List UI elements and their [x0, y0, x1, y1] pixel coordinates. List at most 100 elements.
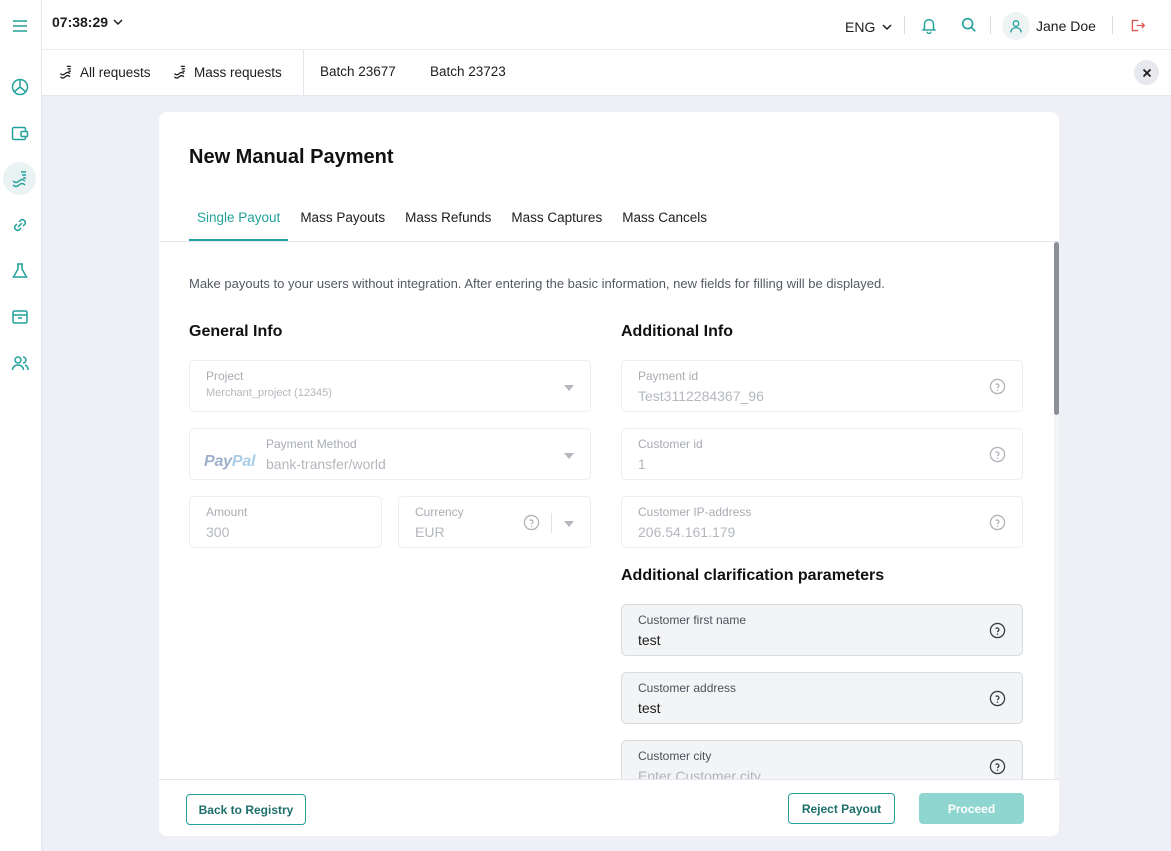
customer-city-field[interactable]: Customer city Enter Customer city	[621, 740, 1023, 779]
project-select[interactable]: Project Merchant_project (12345)	[189, 360, 591, 412]
field-value: test	[638, 632, 661, 648]
currency-select[interactable]: Currency EUR	[398, 496, 591, 548]
help-icon[interactable]	[989, 514, 1006, 531]
clock-dropdown[interactable]: 07:38:29	[52, 14, 124, 30]
intro-text: Make payouts to your users without integ…	[189, 276, 885, 291]
divider	[1112, 16, 1113, 34]
help-icon[interactable]	[989, 690, 1006, 707]
reject-payout-button[interactable]: Reject Payout	[788, 793, 895, 824]
payment-type-tabs: Single Payout Mass Payouts Mass Refunds …	[189, 210, 719, 241]
tab-mass-refunds[interactable]: Mass Refunds	[397, 210, 499, 241]
field-label: Amount	[206, 505, 248, 519]
user-icon	[1010, 20, 1022, 33]
tab-mass-cancels[interactable]: Mass Cancels	[614, 210, 715, 241]
field-value: 300	[206, 524, 230, 540]
new-payment-card: New Manual Payment Single Payout Mass Pa…	[159, 112, 1059, 836]
additional-info-heading: Additional Info	[621, 323, 733, 340]
payments-icon	[173, 65, 185, 79]
user-name[interactable]: Jane Doe	[1036, 18, 1096, 34]
tab-label: Batch 23677	[320, 64, 396, 79]
customer-address-field[interactable]: Customer address test	[621, 672, 1023, 724]
scrollbar-thumb[interactable]	[1054, 242, 1059, 415]
menu-icon[interactable]	[3, 9, 36, 42]
batch-23677-tab[interactable]: Batch 23677	[320, 64, 396, 79]
proceed-button[interactable]: Proceed	[919, 793, 1024, 824]
divider	[990, 16, 991, 34]
search-icon[interactable]	[958, 14, 980, 36]
mass-requests-tab[interactable]: Mass requests	[172, 64, 282, 80]
field-label: Customer first name	[638, 613, 747, 627]
requests-tab-bar: All requests Mass requests Batch 23677 B…	[42, 50, 1171, 96]
field-label: Customer IP-address	[638, 505, 752, 519]
batch-23723-tab[interactable]: Batch 23723	[430, 64, 506, 79]
field-label: Payment Method	[266, 437, 357, 451]
field-label: Customer address	[638, 681, 737, 695]
users-icon[interactable]	[3, 346, 36, 379]
chevron-down-icon	[113, 19, 123, 26]
field-label: Customer id	[638, 437, 703, 451]
form-scroll-area[interactable]: Make payouts to your users without integ…	[159, 242, 1059, 779]
tab-mass-payouts[interactable]: Mass Payouts	[292, 210, 393, 241]
help-icon[interactable]	[989, 622, 1006, 639]
payments-icon	[59, 65, 71, 79]
avatar[interactable]	[1002, 12, 1030, 40]
close-icon	[1142, 68, 1151, 77]
payment-id-field[interactable]: Payment id Test3112284367_96	[621, 360, 1023, 412]
all-requests-tab[interactable]: All requests	[58, 64, 151, 80]
tab-single-payout[interactable]: Single Payout	[189, 210, 289, 241]
field-value: 206.54.161.179	[638, 524, 736, 540]
scrollbar[interactable]	[1054, 242, 1059, 779]
clock-time: 07:38:29	[52, 14, 109, 30]
left-nav-rail	[0, 0, 42, 851]
field-label: Currency	[415, 505, 464, 519]
clarification-heading: Additional clarification parameters	[621, 567, 885, 584]
amount-field[interactable]: Amount 300	[189, 496, 382, 548]
field-label: Project	[206, 369, 244, 383]
field-placeholder: Enter Customer city	[638, 768, 761, 779]
chevron-down-icon	[882, 24, 892, 31]
field-value: test	[638, 700, 661, 716]
paypal-logo-icon: PayPal	[204, 453, 256, 470]
field-value: bank-transfer/world	[266, 456, 386, 472]
tab-label: Mass requests	[194, 64, 282, 80]
link-icon[interactable]	[3, 208, 36, 241]
payment-method-select[interactable]: PayPal Payment Method bank-transfer/worl…	[189, 428, 591, 480]
archive-icon[interactable]	[3, 300, 36, 333]
help-icon[interactable]	[989, 446, 1006, 463]
logout-icon[interactable]	[1126, 14, 1148, 36]
help-icon[interactable]	[523, 514, 540, 531]
caret-down-icon	[564, 453, 574, 459]
card-footer: Back to Registry Reject Payout Proceed	[159, 779, 1059, 836]
payments-icon[interactable]	[3, 162, 36, 195]
page-title: New Manual Payment	[189, 146, 394, 168]
field-label: Customer city	[638, 749, 712, 763]
top-bar: 07:38:29 ENG Jane Doe	[42, 0, 1171, 50]
help-icon[interactable]	[989, 758, 1006, 775]
back-to-registry-button[interactable]: Back to Registry	[186, 794, 306, 825]
tab-label: Batch 23723	[430, 64, 506, 79]
general-info-heading: General Info	[189, 323, 283, 340]
close-tabs-button[interactable]	[1134, 60, 1159, 85]
field-value: Test3112284367_96	[638, 388, 764, 404]
field-label: Payment id	[638, 369, 699, 383]
language-selector[interactable]: ENG	[845, 19, 893, 35]
caret-down-icon	[564, 385, 574, 391]
dashboard-pie-icon[interactable]	[3, 70, 36, 103]
customer-id-field[interactable]: Customer id 1	[621, 428, 1023, 480]
help-icon[interactable]	[989, 378, 1006, 395]
wallet-icon[interactable]	[3, 116, 36, 149]
caret-down-icon	[564, 521, 574, 527]
divider	[904, 16, 905, 34]
language-label: ENG	[845, 19, 876, 35]
field-value: EUR	[415, 524, 445, 540]
field-value: Merchant_project (12345)	[206, 387, 332, 399]
tab-label: All requests	[80, 64, 151, 80]
flask-icon[interactable]	[3, 254, 36, 287]
divider	[551, 513, 552, 533]
tab-mass-captures[interactable]: Mass Captures	[503, 210, 610, 241]
field-value: 1	[638, 456, 646, 472]
divider	[303, 50, 304, 96]
customer-ip-field[interactable]: Customer IP-address 206.54.161.179	[621, 496, 1023, 548]
customer-first-name-field[interactable]: Customer first name test	[621, 604, 1023, 656]
bell-icon[interactable]	[918, 14, 940, 36]
